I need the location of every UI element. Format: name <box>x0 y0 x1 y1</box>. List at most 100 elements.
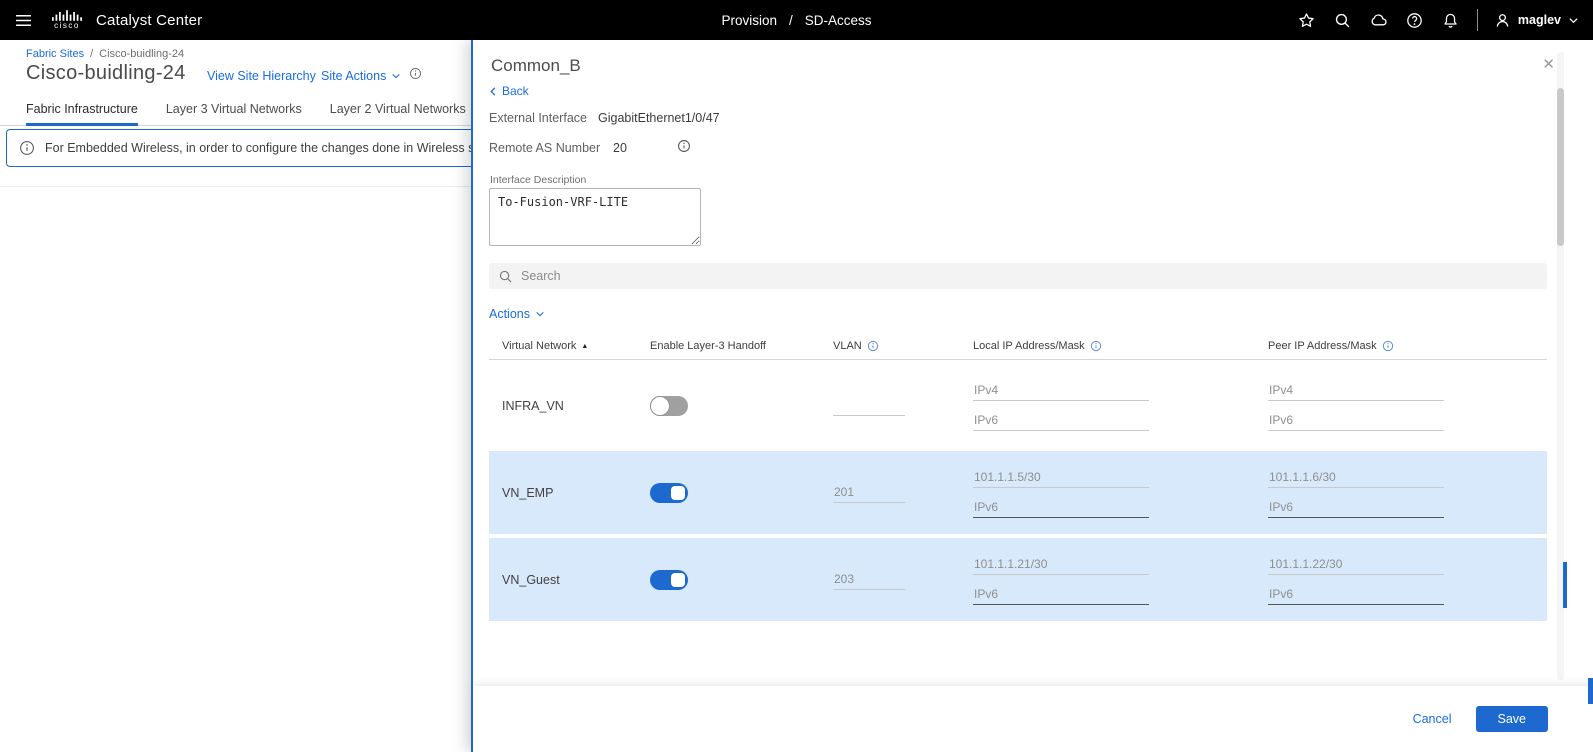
topbar-actions: maglev <box>1297 9 1579 31</box>
handoff-cell <box>650 482 833 503</box>
hamburger-menu-icon[interactable] <box>10 7 36 33</box>
handoff-cell <box>650 395 833 416</box>
interface-description-input[interactable]: To-Fusion-VRF-LITE <box>489 188 701 246</box>
local-ipv6-input[interactable] <box>973 584 1149 605</box>
nav-provision-link[interactable]: Provision <box>721 13 777 28</box>
cisco-logo: cisco <box>52 10 82 30</box>
back-label: Back <box>502 84 529 98</box>
peer-ipv4-input[interactable] <box>1268 467 1444 488</box>
topbar-divider <box>1476 9 1478 31</box>
cloud-button[interactable] <box>1369 10 1389 30</box>
chevron-down-icon <box>536 311 544 317</box>
remote-as-label: Remote AS Number <box>489 141 601 155</box>
screen: cisco Catalyst Center Provision / SD-Acc… <box>0 0 1593 752</box>
tab-fabric-infrastructure[interactable]: Fabric Infrastructure <box>26 95 138 126</box>
username: maglev <box>1517 13 1561 27</box>
layer3-handoff-toggle[interactable] <box>650 569 688 590</box>
peer-ipv6-input[interactable] <box>1268 497 1444 518</box>
back-link[interactable]: Back <box>488 84 529 98</box>
layer3-handoff-toggle[interactable] <box>650 395 688 416</box>
breadcrumb-fabric-sites[interactable]: Fabric Sites <box>26 48 84 60</box>
local-ipv6-input[interactable] <box>973 497 1149 518</box>
tab-layer2-virtual-networks[interactable]: Layer 2 Virtual Networks <box>330 95 466 126</box>
vlan-cell <box>833 395 973 416</box>
notifications-button[interactable] <box>1441 10 1461 30</box>
view-site-hierarchy-link[interactable]: View Site Hierarchy <box>207 69 316 83</box>
site-actions-dropdown[interactable]: Site Actions <box>321 69 401 83</box>
virtual-network-name: INFRA_VN <box>502 398 564 413</box>
local-ip-cell <box>973 380 1268 431</box>
column-label: VLAN <box>833 340 862 352</box>
panel-scrollbar-thumb[interactable] <box>1557 88 1564 246</box>
peer-ipv4-input[interactable] <box>1268 380 1444 401</box>
local-ipv4-input[interactable] <box>973 554 1149 575</box>
user-menu[interactable]: maglev <box>1494 12 1579 29</box>
local-ipv4-input[interactable] <box>973 380 1149 401</box>
tab-layer3-virtual-networks[interactable]: Layer 3 Virtual Networks <box>166 95 302 126</box>
top-breadcrumb: Provision / SD-Access <box>721 13 871 28</box>
toggle-knob <box>650 395 670 416</box>
nav-sd-access-link[interactable]: SD-Access <box>805 13 872 28</box>
site-actions-label: Site Actions <box>321 69 387 83</box>
search-icon <box>499 270 512 282</box>
actions-dropdown[interactable]: Actions <box>489 307 545 321</box>
table-header: Virtual Network ▲ Enable Layer-3 Handoff… <box>489 340 1547 360</box>
peer-ip-info-icon[interactable] <box>1382 340 1394 352</box>
layer3-handoff-panel: ✕ Common_B Back External Interface Gigab… <box>471 40 1593 752</box>
site-info-icon[interactable] <box>409 67 422 80</box>
cloud-icon <box>1371 14 1387 26</box>
column-label: Peer IP Address/Mask <box>1268 340 1377 352</box>
search-icon <box>1336 13 1350 27</box>
local-ip-cell <box>973 467 1268 518</box>
peer-ip-cell <box>1268 380 1547 431</box>
remote-as-info-icon[interactable] <box>677 139 691 153</box>
banner-text: For Embedded Wireless, in order to confi… <box>45 141 525 155</box>
handoff-cell <box>650 569 833 590</box>
help-button[interactable] <box>1405 10 1425 30</box>
peer-ipv4-input[interactable] <box>1268 554 1444 575</box>
peer-ip-cell <box>1268 554 1547 605</box>
peer-ipv6-input[interactable] <box>1268 410 1444 431</box>
column-label: Local IP Address/Mask <box>973 340 1085 352</box>
save-button[interactable]: Save <box>1475 706 1548 732</box>
cancel-button[interactable]: Cancel <box>1413 712 1452 726</box>
vlan-input[interactable] <box>833 395 905 416</box>
close-icon[interactable]: ✕ <box>1542 57 1555 72</box>
bell-icon <box>1444 13 1458 28</box>
search-input[interactable] <box>521 269 1538 283</box>
chevron-down-icon <box>392 73 401 79</box>
layer3-handoff-toggle[interactable] <box>650 482 688 503</box>
external-interface-label: External Interface <box>489 111 587 125</box>
top-app-bar: cisco Catalyst Center Provision / SD-Acc… <box>0 0 1593 40</box>
local-ip-cell <box>973 554 1268 605</box>
peer-ipv6-input[interactable] <box>1268 584 1444 605</box>
global-search-button[interactable] <box>1333 10 1353 30</box>
vlan-input[interactable] <box>833 569 905 590</box>
local-ipv6-input[interactable] <box>973 410 1149 431</box>
interface-description-label: Interface Description <box>490 174 587 186</box>
table-row-vn-guest: VN_Guest <box>489 538 1547 621</box>
vlan-input[interactable] <box>833 482 905 503</box>
page-title: Cisco-buidling-24 <box>26 62 186 84</box>
nav-separator: / <box>789 12 793 28</box>
virtual-networks-table: Virtual Network ▲ Enable Layer-3 Handoff… <box>489 340 1547 621</box>
column-label: Enable Layer-3 Handoff <box>650 340 766 352</box>
sort-ascending-icon[interactable]: ▲ <box>581 343 588 350</box>
breadcrumb-current: Cisco-buidling-24 <box>99 48 185 60</box>
help-icon <box>1407 12 1423 28</box>
column-enable-layer3-handoff: Enable Layer-3 Handoff <box>650 340 833 352</box>
vlan-info-icon[interactable] <box>867 340 879 352</box>
hamburger-glyph <box>15 14 31 26</box>
column-virtual-network[interactable]: Virtual Network ▲ <box>489 340 650 352</box>
scroll-position-marker <box>1588 678 1593 704</box>
panel-footer: Cancel Save <box>473 686 1593 752</box>
local-ipv4-input[interactable] <box>973 467 1149 488</box>
favorites-button[interactable] <box>1297 10 1317 30</box>
virtual-network-name: VN_EMP <box>502 485 554 500</box>
search-bar <box>489 263 1547 289</box>
virtual-network-name: VN_Guest <box>502 572 560 587</box>
local-ip-info-icon[interactable] <box>1090 340 1102 352</box>
panel-title: Common_B <box>491 56 581 75</box>
column-peer-ip: Peer IP Address/Mask <box>1268 340 1547 352</box>
column-label: Virtual Network <box>502 340 577 352</box>
